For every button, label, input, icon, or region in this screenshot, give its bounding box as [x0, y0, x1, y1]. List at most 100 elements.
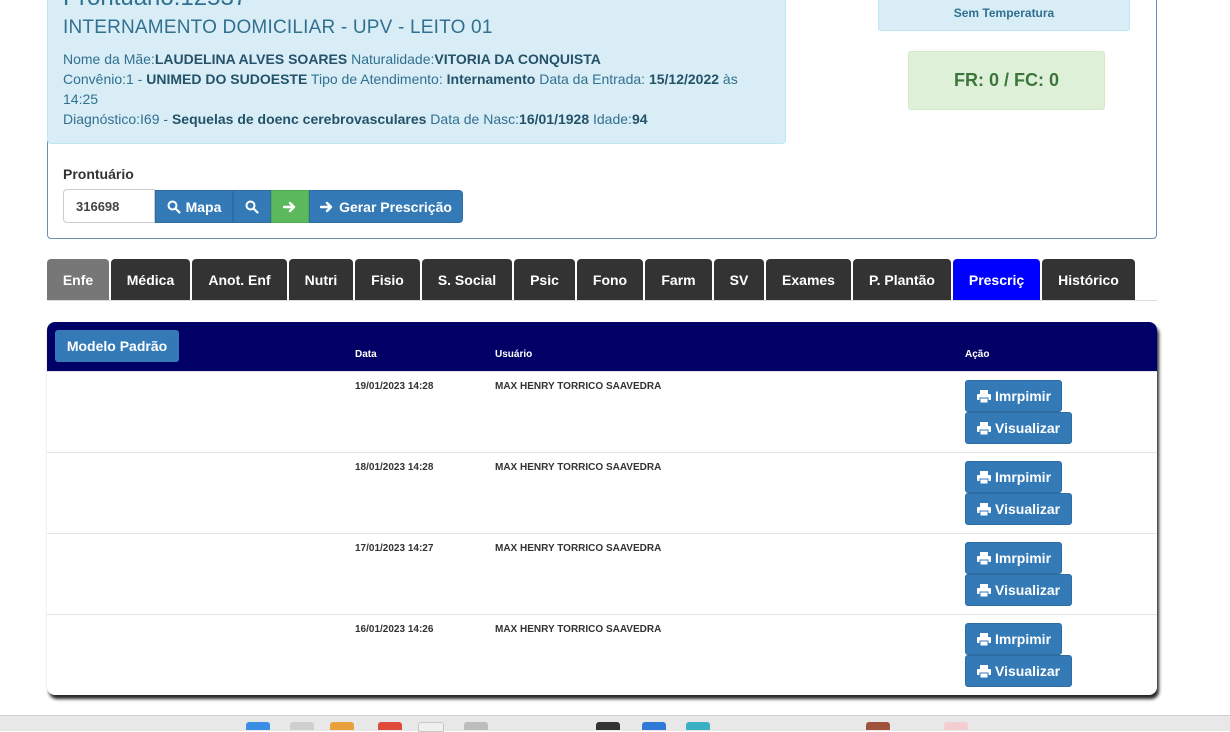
col-header-acao: Ação: [965, 349, 990, 360]
table-header: [47, 322, 1157, 371]
windows-icon[interactable]: [246, 722, 270, 730]
print-label: Imrpimir: [995, 550, 1052, 566]
print-button[interactable]: Imrpimir: [965, 542, 1062, 574]
tabs-divider: [47, 300, 1157, 301]
view-button[interactable]: Visualizar: [965, 493, 1072, 525]
tab-fisio[interactable]: Fisio: [355, 259, 420, 300]
arrow-right-icon: [283, 201, 296, 212]
col-header-usuario: Usuário: [495, 349, 533, 360]
tab-enfe[interactable]: Enfe: [47, 259, 109, 300]
unit-title: INTERNAMENTO DOMICILIAR - UPV - LEITO 01: [63, 17, 493, 38]
print-icon: [977, 389, 991, 403]
arrow-right-icon: [320, 201, 333, 212]
app-icon[interactable]: [464, 722, 488, 730]
naturalidade-value: VITORIA DA CONQUISTA: [434, 51, 601, 67]
app-icon[interactable]: [290, 722, 314, 730]
row-divider: [47, 614, 1157, 615]
tab-exames[interactable]: Exames: [766, 259, 851, 300]
tab-fono[interactable]: Fono: [577, 259, 643, 300]
print-icon: [977, 551, 991, 565]
app-icon[interactable]: [596, 722, 620, 730]
row-user: MAX HENRY TORRICO SAAVEDRA: [495, 624, 662, 635]
print-button[interactable]: Imrpimir: [965, 380, 1062, 412]
row-divider: [47, 371, 1157, 372]
print-button[interactable]: Imrpimir: [965, 461, 1062, 493]
view-button[interactable]: Visualizar: [965, 655, 1072, 687]
temperature-box: Sem Temperatura: [878, 0, 1130, 31]
nasc-label: Data de Nasc:: [426, 111, 520, 127]
view-label: Visualizar: [995, 420, 1061, 436]
row-date: 17/01/2023 14:27: [355, 543, 434, 554]
app-icon[interactable]: [642, 722, 666, 730]
print-label: Imrpimir: [995, 388, 1052, 404]
tab-historico[interactable]: Histórico: [1042, 259, 1135, 300]
search-icon: [245, 200, 259, 214]
row-divider: [47, 452, 1157, 453]
mae-value: LAUDELINA ALVES SOARES: [154, 51, 348, 67]
prontuario-input[interactable]: [63, 189, 155, 223]
prontuario-label: Prontuário: [63, 166, 134, 182]
folder-icon[interactable]: [330, 722, 354, 730]
app-icon[interactable]: [686, 722, 710, 730]
print-icon: [977, 583, 991, 597]
view-label: Visualizar: [995, 501, 1061, 517]
row-divider: [47, 533, 1157, 534]
diag-label: Diagnóstico:I69 -: [63, 111, 172, 127]
diag-value: Sequelas de doenc cerebrovasculares: [171, 111, 427, 127]
view-label: Visualizar: [995, 663, 1061, 679]
naturalidade-label: Naturalidade:: [347, 51, 435, 67]
tipo-value: Internamento: [446, 71, 536, 87]
gerar-prescricao-label: Gerar Prescrição: [339, 198, 452, 215]
chrome-icon[interactable]: [378, 722, 402, 730]
mae-label: Nome da Mãe:: [63, 51, 155, 67]
tab-nutri[interactable]: Nutri: [289, 259, 353, 300]
tab-medica[interactable]: Médica: [111, 259, 190, 300]
fr-fc-box: FR: 0 / FC: 0: [908, 51, 1105, 110]
print-label: Imrpimir: [995, 469, 1052, 485]
col-header-data: Data: [355, 349, 377, 360]
print-label: Imrpimir: [995, 631, 1052, 647]
tab-psic[interactable]: Psic: [514, 259, 575, 300]
entrada-value: 15/12/2022: [648, 71, 720, 87]
patient-details: Nome da Mãe:LAUDELINA ALVES SOARES Natur…: [63, 49, 763, 129]
print-icon: [977, 502, 991, 516]
tipo-label: Tipo de Atendimento:: [307, 71, 447, 87]
go-button[interactable]: [271, 190, 309, 223]
gerar-prescricao-button[interactable]: Gerar Prescrição: [309, 190, 463, 223]
tab-sv[interactable]: SV: [714, 259, 764, 300]
convenio-label: Convênio:1 -: [63, 71, 147, 87]
row-date: 18/01/2023 14:28: [355, 462, 434, 473]
row-user: MAX HENRY TORRICO SAAVEDRA: [495, 543, 662, 554]
app-icon[interactable]: [944, 722, 968, 730]
tab-anot-enf[interactable]: Anot. Enf: [192, 259, 287, 300]
row-user: MAX HENRY TORRICO SAAVEDRA: [495, 462, 662, 473]
entrada-label: Data da Entrada:: [535, 71, 649, 87]
row-user: MAX HENRY TORRICO SAAVEDRA: [495, 381, 662, 392]
view-button[interactable]: Visualizar: [965, 412, 1072, 444]
search-button[interactable]: [233, 190, 271, 223]
print-icon: [977, 421, 991, 435]
row-date: 16/01/2023 14:26: [355, 624, 434, 635]
view-button[interactable]: Visualizar: [965, 574, 1072, 606]
row-date: 19/01/2023 14:28: [355, 381, 434, 392]
tab-p-plantao[interactable]: P. Plantão: [853, 259, 951, 300]
tab-prescricao[interactable]: Prescriç: [953, 259, 1040, 300]
idade-label: Idade:: [589, 111, 632, 127]
tab-farm[interactable]: Farm: [645, 259, 712, 300]
app-icon[interactable]: [418, 722, 444, 732]
print-icon: [977, 470, 991, 484]
idade-value: 94: [631, 111, 648, 127]
search-icon: [167, 200, 181, 214]
nasc-value: 16/01/1928: [519, 111, 590, 127]
print-icon: [977, 632, 991, 646]
modelo-padrao-button[interactable]: Modelo Padrão: [55, 330, 179, 362]
mapa-label: Mapa: [185, 198, 222, 215]
prontuario-title: Prontuário:12537: [63, 0, 247, 10]
app-icon[interactable]: [866, 722, 890, 730]
mapa-button[interactable]: Mapa: [155, 190, 233, 223]
tab-s-social[interactable]: S. Social: [422, 259, 512, 300]
print-button[interactable]: Imrpimir: [965, 623, 1062, 655]
print-icon: [977, 664, 991, 678]
view-label: Visualizar: [995, 582, 1061, 598]
convenio-value: UNIMED DO SUDOESTE: [146, 71, 308, 87]
